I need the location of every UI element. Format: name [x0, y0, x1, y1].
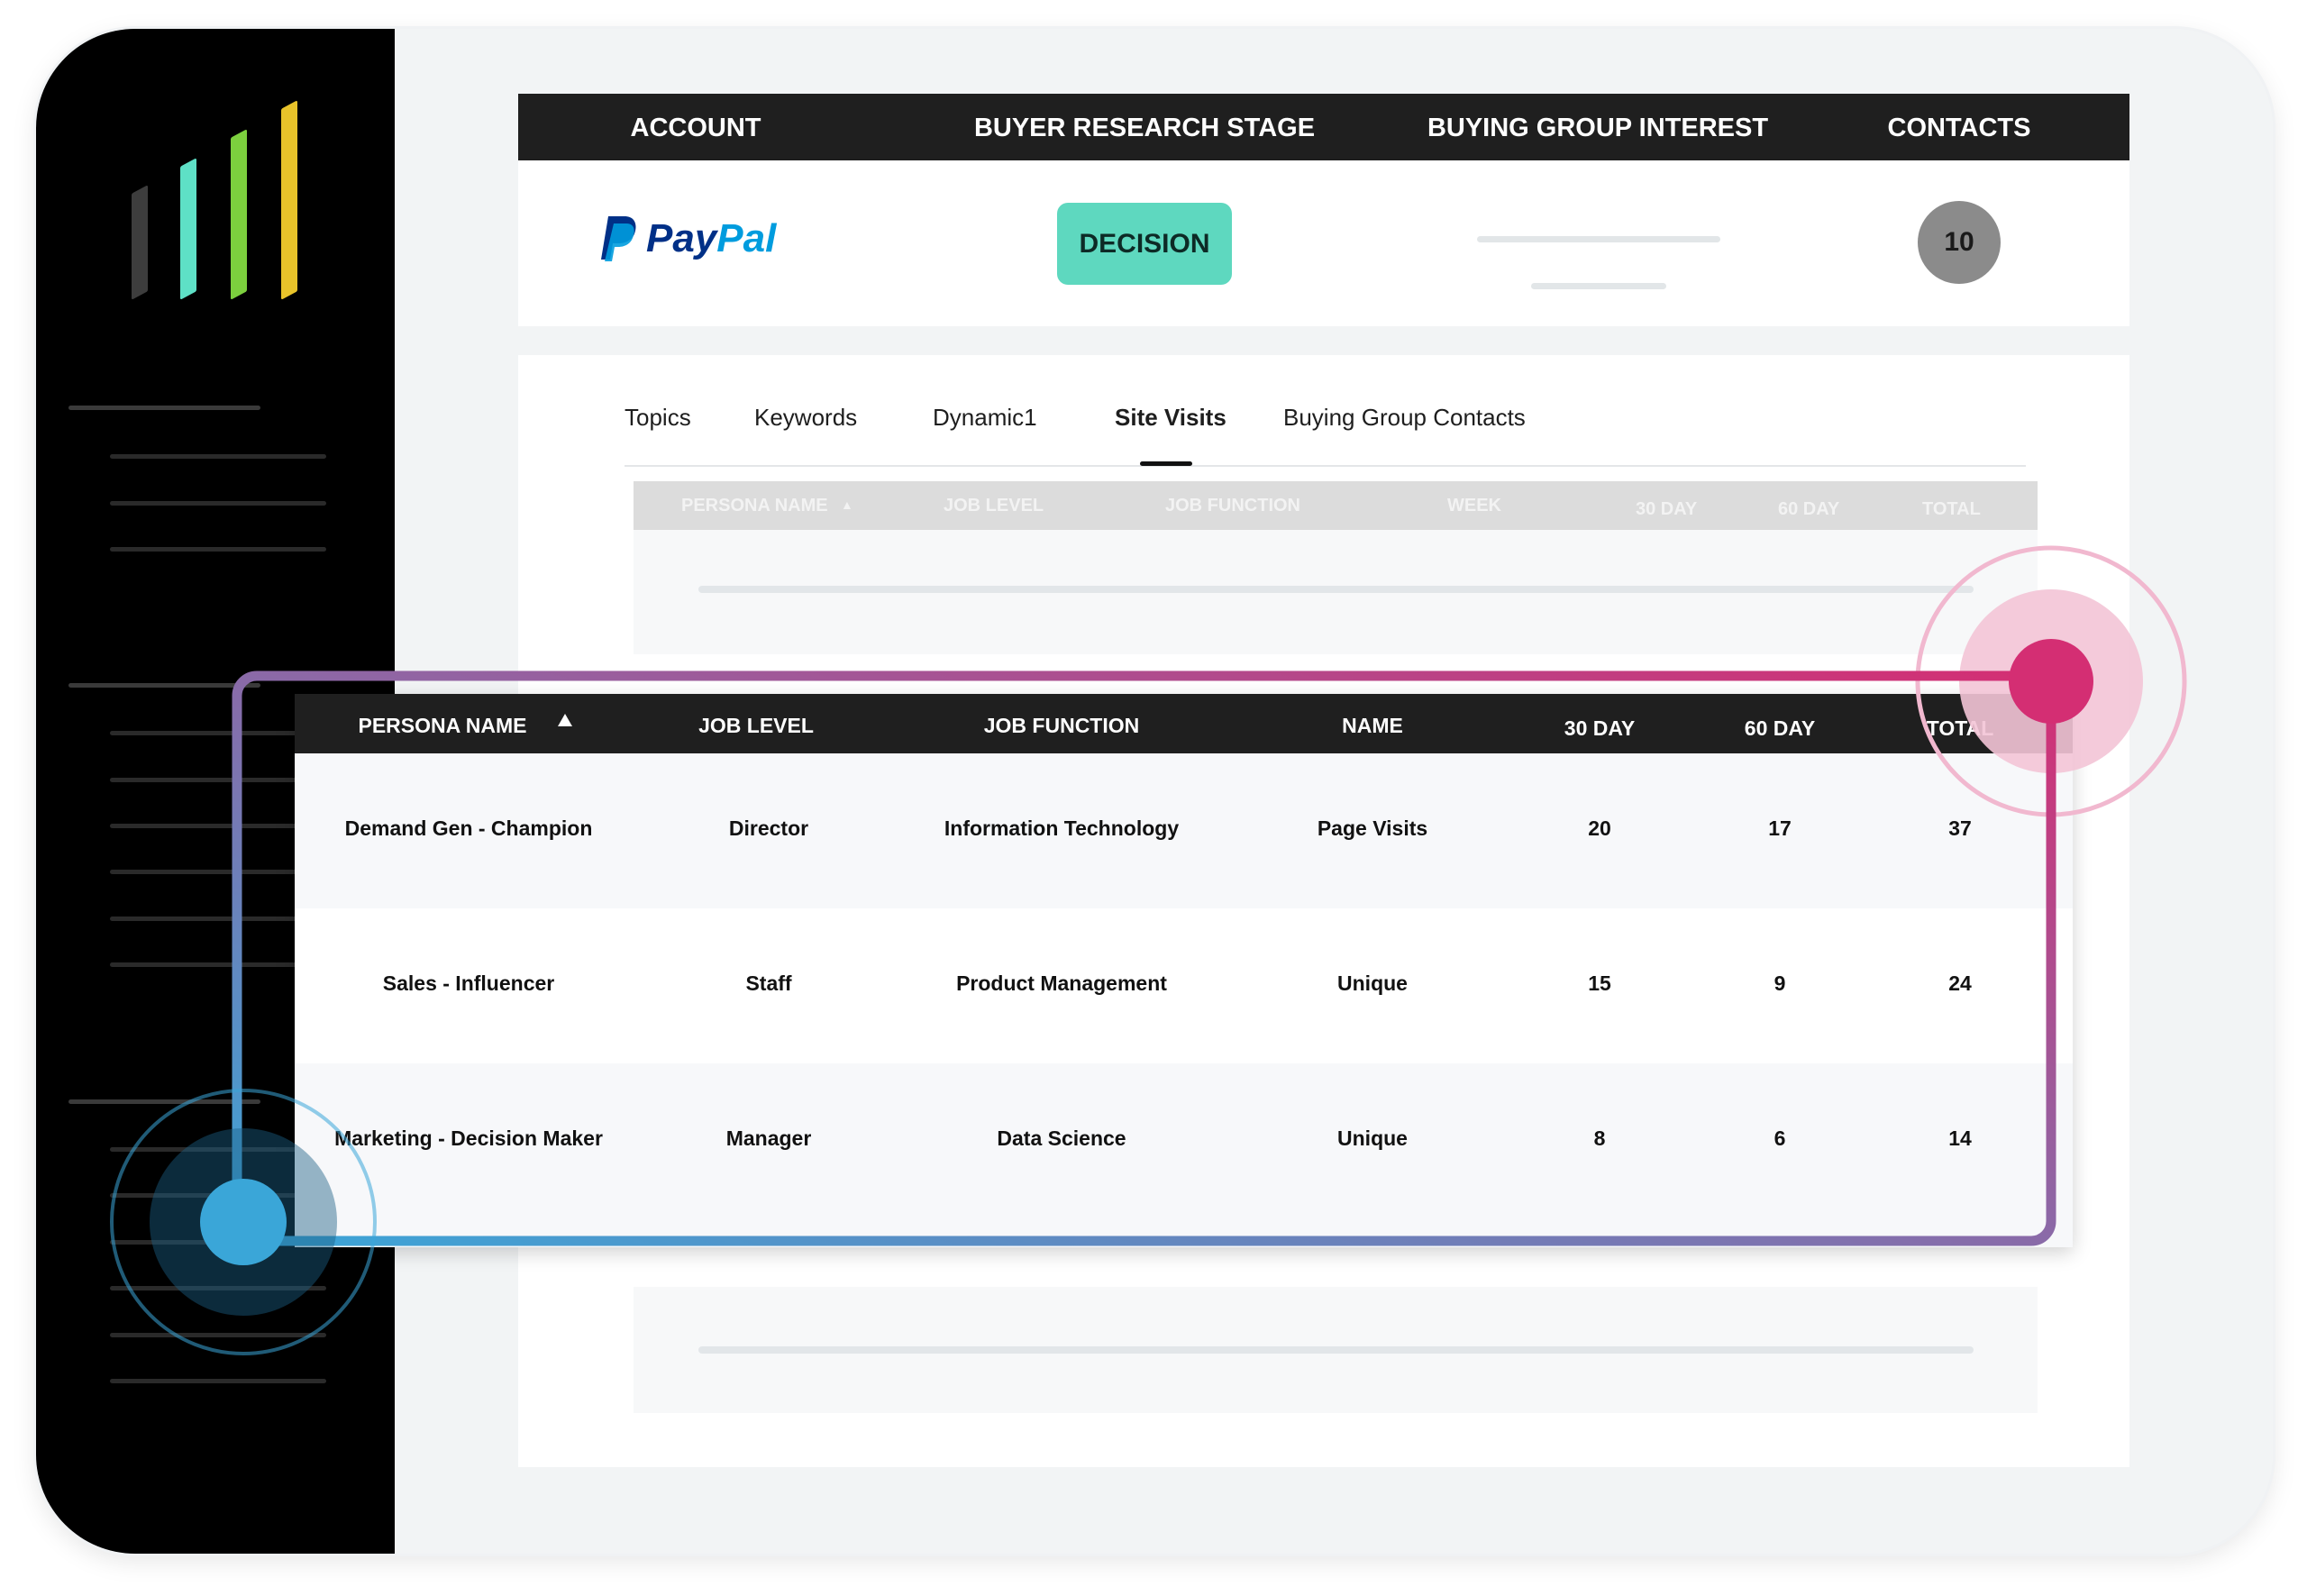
cell-total: 24: [1948, 971, 1972, 995]
buying-group-interest-bar: [1477, 236, 1720, 242]
site-visits-table: PERSONA NAME JOB LEVEL JOB FUNCTION NAME…: [295, 694, 2073, 1247]
column-header-name[interactable]: NAME: [1342, 714, 1403, 738]
sidebar-item[interactable]: [110, 1333, 326, 1337]
sidebar-item[interactable]: [110, 962, 326, 967]
tabs-divider: [625, 465, 2026, 467]
column-header-total[interactable]: TOTAL: [1927, 716, 1994, 741]
sidebar-item[interactable]: [110, 870, 326, 874]
account-row[interactable]: PayPal DECISION 10: [518, 160, 2129, 326]
sidebar-section-heading[interactable]: [68, 406, 260, 410]
sidebar-item[interactable]: [110, 454, 326, 459]
background-table-footer: [634, 1287, 2038, 1413]
sidebar-item[interactable]: [110, 1193, 326, 1198]
sidebar-item[interactable]: [110, 917, 326, 921]
sidebar-item[interactable]: [110, 778, 326, 782]
cell-total: 37: [1948, 816, 1972, 840]
background-table-body: [634, 530, 2038, 654]
sidebar-item[interactable]: [110, 731, 326, 735]
paypal-wordmark: PayPal: [646, 216, 777, 260]
cell-job-level: Director: [728, 816, 809, 840]
account-table-header: ACCOUNT BUYER RESEARCH STAGE BUYING GROU…: [518, 94, 2129, 160]
table-row[interactable]: Marketing - Decision Maker Manager Data …: [295, 1063, 2073, 1247]
cell-name: Unique: [1337, 1126, 1408, 1150]
cell-persona-name: Marketing - Decision Maker: [334, 1126, 603, 1150]
cell-name: Unique: [1337, 971, 1408, 995]
table-row[interactable]: Demand Gen - Champion Director Informati…: [295, 753, 2073, 908]
site-visits-table-header: PERSONA NAME JOB LEVEL JOB FUNCTION NAME…: [295, 694, 2073, 753]
sidebar-item[interactable]: [110, 501, 326, 506]
placeholder-row-line: [698, 1346, 1974, 1354]
ghost-column-30-day: 30 DAY: [1636, 499, 1698, 519]
cell-persona-name: Sales - Influencer: [382, 971, 555, 995]
tab-dynamic1[interactable]: Dynamic1: [933, 404, 1037, 432]
cell-30-day: 15: [1588, 971, 1611, 995]
active-tab-indicator: [1140, 461, 1192, 466]
account-logo-paypal[interactable]: PayPal: [599, 214, 776, 263]
buying-group-interest-bar: [1531, 283, 1666, 289]
cell-job-function: Information Technology: [944, 816, 1180, 840]
sort-asc-icon: ▲: [841, 497, 853, 512]
cell-60-day: 9: [1774, 971, 1786, 995]
paypal-p-icon: [601, 216, 636, 261]
column-header-account[interactable]: ACCOUNT: [631, 114, 761, 143]
ghost-column-persona-name: PERSONA NAME: [681, 496, 828, 515]
logo-bar-2: [180, 158, 196, 300]
cell-job-function: Data Science: [997, 1126, 1126, 1150]
cell-job-function: Product Management: [956, 971, 1167, 995]
cell-60-day: 17: [1768, 816, 1792, 840]
sidebar-item[interactable]: [110, 1286, 326, 1290]
background-table-header: PERSONA NAME ▲ JOB LEVEL JOB FUNCTION WE…: [634, 481, 2038, 530]
cell-total: 14: [1948, 1126, 1972, 1150]
ghost-column-week: WEEK: [1447, 496, 1501, 515]
sidebar-item[interactable]: [110, 1240, 326, 1245]
cell-60-day: 6: [1774, 1126, 1786, 1150]
column-header-job-level[interactable]: JOB LEVEL: [698, 714, 814, 738]
ghost-column-60-day: 60 DAY: [1778, 499, 1840, 519]
column-header-job-function[interactable]: JOB FUNCTION: [984, 714, 1140, 738]
ghost-column-job-function: JOB FUNCTION: [1165, 496, 1300, 515]
stage-badge[interactable]: DECISION: [1057, 203, 1232, 285]
cell-30-day: 20: [1588, 816, 1611, 840]
column-header-persona-name[interactable]: PERSONA NAME: [359, 714, 527, 738]
placeholder-row-line: [698, 586, 1974, 593]
column-header-buying-group-interest[interactable]: BUYING GROUP INTEREST: [1427, 114, 1768, 143]
cell-30-day: 8: [1593, 1126, 1606, 1150]
table-row[interactable]: Sales - Influencer Staff Product Managem…: [295, 908, 2073, 1063]
column-header-buyer-research-stage[interactable]: BUYER RESEARCH STAGE: [974, 114, 1315, 143]
cell-name: Page Visits: [1317, 816, 1428, 840]
sidebar-item[interactable]: [110, 547, 326, 552]
sidebar-item[interactable]: [110, 1147, 326, 1152]
logo-bar-4: [281, 100, 297, 300]
sidebar-section-heading[interactable]: [68, 1099, 260, 1104]
sidebar-item[interactable]: [110, 1379, 326, 1383]
sidebar-item[interactable]: [110, 824, 326, 828]
cell-job-level: Manager: [725, 1126, 812, 1150]
column-header-30-day[interactable]: 30 DAY: [1564, 716, 1635, 741]
ghost-column-total: TOTAL: [1922, 499, 1981, 519]
logo-bar-1: [132, 185, 148, 300]
sidebar-section-heading[interactable]: [68, 683, 260, 688]
sort-ascending-icon[interactable]: [558, 714, 572, 726]
tab-site-visits[interactable]: Site Visits: [1115, 404, 1226, 432]
cell-persona-name: Demand Gen - Champion: [344, 816, 593, 840]
app-frame: ACCOUNT BUYER RESEARCH STAGE BUYING GROU…: [36, 29, 2273, 1554]
logo-bar-3: [231, 129, 247, 300]
cell-job-level: Staff: [745, 971, 792, 995]
tab-topics[interactable]: Topics: [625, 404, 691, 432]
column-header-60-day[interactable]: 60 DAY: [1745, 716, 1815, 741]
column-header-contacts[interactable]: CONTACTS: [1888, 114, 2031, 143]
ghost-column-job-level: JOB LEVEL: [944, 496, 1044, 515]
tab-keywords[interactable]: Keywords: [754, 404, 857, 432]
tab-buying-group-contacts[interactable]: Buying Group Contacts: [1283, 404, 1526, 432]
contacts-count-badge[interactable]: 10: [1918, 201, 2001, 284]
